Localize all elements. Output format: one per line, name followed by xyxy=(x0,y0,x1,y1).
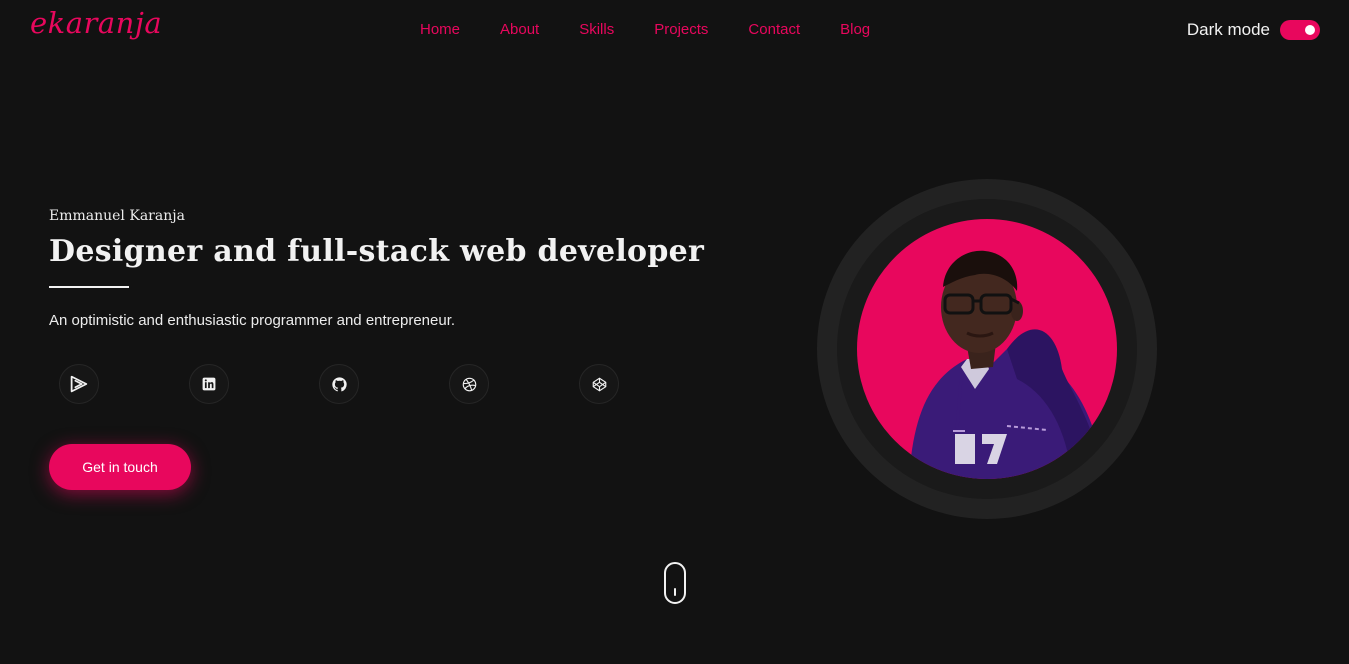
social-link-dribbble[interactable] xyxy=(449,364,489,404)
social-links xyxy=(59,364,619,404)
page: ekaranja Home About Skills Projects Cont… xyxy=(0,0,1349,664)
nav-skills[interactable]: Skills xyxy=(579,20,614,40)
social-link-codepen[interactable] xyxy=(579,364,619,404)
main-nav: Home About Skills Projects Contact Blog xyxy=(420,20,870,40)
scroll-wheel xyxy=(674,588,676,596)
hero-description: An optimistic and enthusiastic programme… xyxy=(49,312,456,329)
dark-mode-toggle[interactable] xyxy=(1280,20,1320,40)
get-in-touch-button[interactable]: Get in touch xyxy=(49,444,191,490)
dribbble-icon xyxy=(462,377,476,391)
social-link-play[interactable] xyxy=(59,364,99,404)
logo[interactable]: ekaranja xyxy=(30,6,162,40)
scroll-down-indicator[interactable] xyxy=(664,562,686,604)
dark-mode-control: Dark mode xyxy=(1187,19,1320,41)
hero-title: Designer and full-stack web developer xyxy=(49,234,705,269)
codepen-icon xyxy=(592,377,606,391)
title-underline xyxy=(49,286,129,288)
profile-photo xyxy=(857,219,1117,479)
nav-home[interactable]: Home xyxy=(420,20,460,40)
github-icon xyxy=(331,376,347,391)
nav-about[interactable]: About xyxy=(500,20,539,40)
social-link-linkedin[interactable] xyxy=(189,364,229,404)
play-icon xyxy=(70,375,88,393)
hero-name: Emmanuel Karanja xyxy=(49,208,185,224)
nav-contact[interactable]: Contact xyxy=(748,20,800,40)
toggle-knob xyxy=(1305,25,1315,35)
social-link-github[interactable] xyxy=(319,364,359,404)
nav-projects[interactable]: Projects xyxy=(654,20,708,40)
linkedin-icon xyxy=(202,377,216,391)
dark-mode-label: Dark mode xyxy=(1186,20,1270,39)
nav-blog[interactable]: Blog xyxy=(840,20,870,40)
